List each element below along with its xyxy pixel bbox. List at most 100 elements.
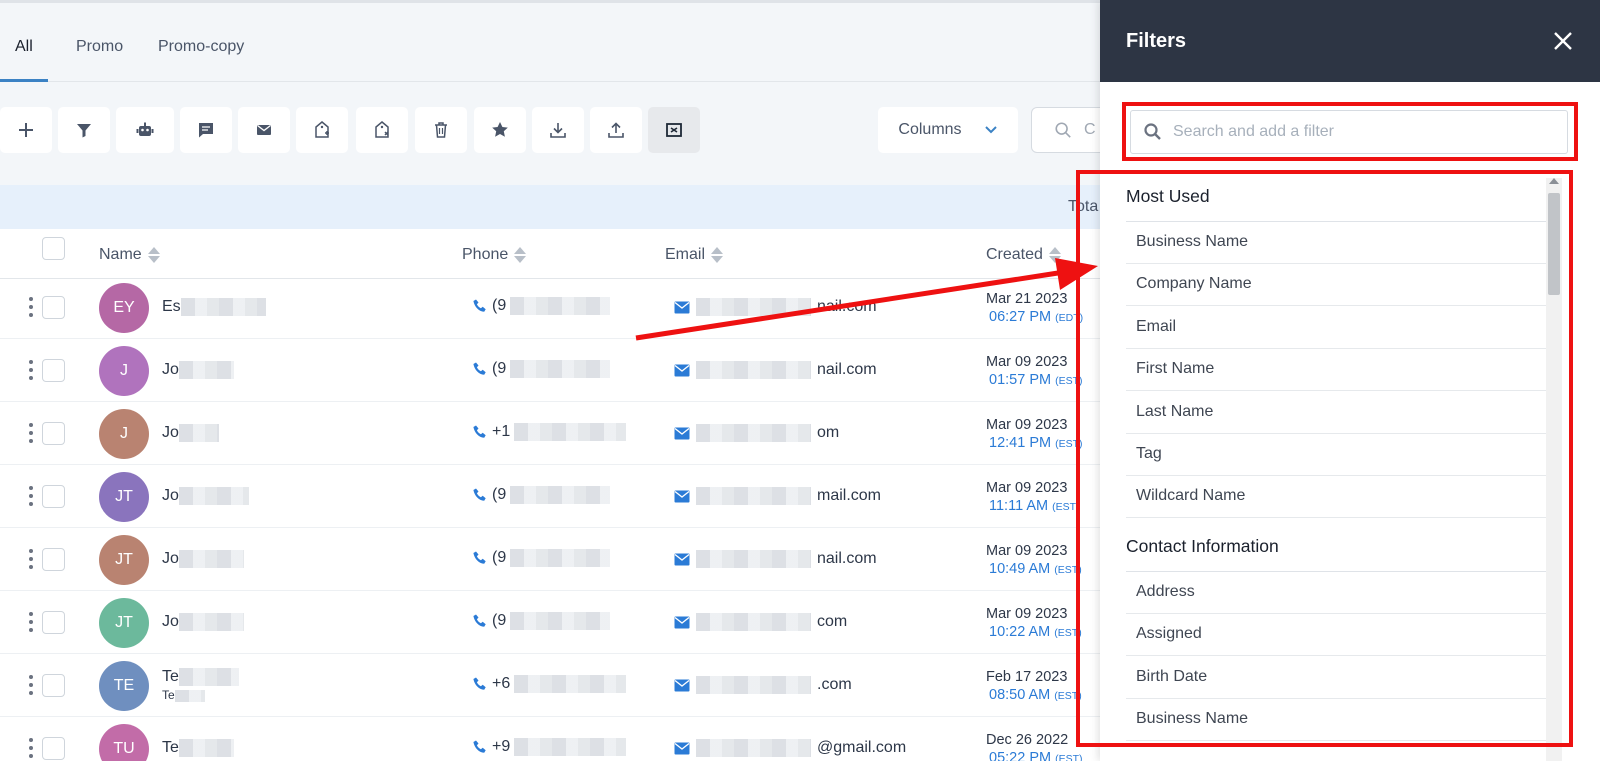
merge-button[interactable] [648,107,700,153]
row-menu-icon[interactable] [28,549,34,569]
email-button[interactable] [238,107,290,153]
avatar: JT [99,598,149,648]
table-row[interactable]: J Jo +1 om Mar 09 2023 12:41 PM (EST) [0,402,1100,465]
redacted-email [696,424,811,442]
row-menu-icon[interactable] [28,360,34,380]
filter-search-field[interactable] [1130,110,1568,154]
smart-list-tabs: All Promo Promo-copy [0,28,1100,82]
row-checkbox[interactable] [42,359,65,382]
row-menu-icon[interactable] [28,486,34,506]
sort-icon [147,247,160,263]
email-text: nail.com [817,550,877,567]
column-header-phone[interactable]: Phone [462,246,527,264]
tab-promo-copy[interactable]: Promo-copy [158,38,244,56]
row-checkbox[interactable] [42,674,65,697]
column-header-name[interactable]: Name [99,246,160,264]
phone-icon [473,551,486,564]
add-button[interactable] [0,107,52,153]
table-row[interactable]: TE Te Te +6 .com Feb 17 2023 08:50 AM (E… [0,654,1100,717]
table-row[interactable]: JT Jo (9 nail.com Mar 09 2023 10:49 AM (… [0,528,1100,591]
select-all-checkbox[interactable] [42,237,65,260]
redacted-name [178,487,249,505]
avatar: TU [99,724,149,761]
table-row[interactable]: TU Te +9 @gmail.com Dec 26 2022 05:22 PM… [0,717,1100,761]
contact-name[interactable]: Jo [162,613,244,631]
add-tag-button[interactable] [296,107,348,153]
contact-name[interactable]: Jo [162,487,249,505]
chevron-down-icon [984,126,997,134]
created-date: Feb 17 2023 08:50 AM (EST) [986,668,1082,705]
row-checkbox[interactable] [42,296,65,319]
created-date: Mar 09 2023 12:41 PM (EST) [986,416,1083,453]
trash-icon [435,122,447,138]
row-checkbox[interactable] [42,611,65,634]
created-date: Mar 09 2023 10:49 AM (EST) [986,542,1082,579]
contact-name[interactable]: Es [162,298,266,316]
contact-phone[interactable]: (9 [472,549,611,567]
tab-promo[interactable]: Promo [76,38,123,56]
table-header: Name Phone Email Created [0,229,1100,279]
column-header-email[interactable]: Email [665,246,724,264]
columns-label: Columns [898,121,962,138]
sms-button[interactable] [180,107,232,153]
contact-email[interactable]: nail.com [674,361,877,379]
remove-tag-button[interactable] [356,107,408,153]
contact-name[interactable]: Te [162,668,239,686]
redacted-phone [514,423,627,441]
contact-email[interactable]: nail.com [674,550,877,568]
column-header-created[interactable]: Created [986,246,1061,264]
table-row[interactable]: J Jo (9 nail.com Mar 09 2023 01:57 PM (E… [0,339,1100,402]
contact-email[interactable]: om [674,424,839,442]
contact-email[interactable]: @gmail.com [674,739,906,757]
mail-icon [674,679,690,691]
contact-phone[interactable]: +9 [472,738,627,756]
created-date: Dec 26 2022 05:22 PM (EST) [986,731,1083,761]
contact-subname-text: Te [162,688,175,702]
row-menu-icon[interactable] [28,612,34,632]
columns-dropdown[interactable]: Columns [878,107,1018,153]
app: All Promo Promo-copy Columns C Tota Name… [0,0,1600,761]
table-row[interactable]: EY Es (9 nail.com Mar 21 2023 06:27 PM (… [0,276,1100,339]
created-time-text: 10:49 AM [989,561,1051,577]
phone-text: +6 [492,675,511,692]
import-button[interactable] [590,107,642,153]
tab-all[interactable]: All [15,38,33,56]
table-row[interactable]: JT Jo (9 com Mar 09 2023 10:22 AM (EST) [0,591,1100,654]
contact-phone[interactable]: (9 [472,297,611,315]
phone-icon [473,614,486,627]
row-menu-icon[interactable] [28,297,34,317]
contact-phone[interactable]: +1 [472,423,627,441]
row-checkbox[interactable] [42,485,65,508]
row-menu-icon[interactable] [28,675,34,695]
phone-text: (9 [492,297,507,314]
row-checkbox[interactable] [42,737,65,760]
export-button[interactable] [532,107,584,153]
contact-email[interactable]: nail.com [674,298,877,316]
table-row[interactable]: JT Jo (9 mail.com Mar 09 2023 11:11 AM (… [0,465,1100,528]
filter-search-input[interactable] [1173,123,1553,141]
contact-phone[interactable]: (9 [472,360,611,378]
contact-name[interactable]: Jo [162,361,234,379]
contact-name[interactable]: Jo [162,424,219,442]
review-request-button[interactable] [474,107,526,153]
contact-email[interactable]: .com [674,676,852,694]
contact-phone[interactable]: +6 [472,675,627,693]
row-menu-icon[interactable] [28,738,34,758]
avatar: EY [99,283,149,333]
row-menu-icon[interactable] [28,423,34,443]
close-icon[interactable] [1552,30,1574,52]
contact-email[interactable]: com [674,613,847,631]
mail-icon [674,301,690,313]
created-time-text: 11:11 AM [989,498,1049,514]
drawer-title: Filters [1126,30,1187,52]
contact-name[interactable]: Te [162,739,234,757]
filter-button[interactable] [58,107,110,153]
row-checkbox[interactable] [42,422,65,445]
contact-phone[interactable]: (9 [472,486,611,504]
row-checkbox[interactable] [42,548,65,571]
delete-button[interactable] [415,107,467,153]
contact-name[interactable]: Jo [162,550,244,568]
automation-button[interactable] [116,107,174,153]
contact-phone[interactable]: (9 [472,612,611,630]
contact-email[interactable]: mail.com [674,487,881,505]
